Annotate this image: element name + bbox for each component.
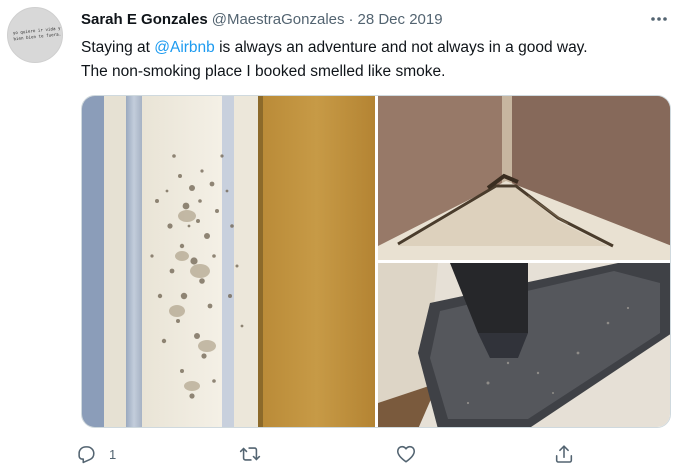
mention-link[interactable]: @Airbnb [154, 39, 215, 56]
tweet-text-line-2: The non-smoking place I booked smelled l… [81, 63, 446, 80]
reply-count: 1 [109, 446, 117, 462]
photo-door-frame[interactable] [82, 96, 375, 427]
tweet-actions: 1 [75, 440, 595, 468]
avatar-image-text: yo quiero ir vida y bien bien te fuera..… [12, 25, 63, 41]
reply-button[interactable]: 1 [75, 440, 116, 468]
more-options-button[interactable] [646, 8, 672, 30]
photo-wall-corner[interactable] [378, 96, 670, 260]
heart-icon [396, 445, 416, 463]
tweet-card: yo quiero ir vida y bien bien te fuera..… [0, 0, 680, 472]
author-handle[interactable]: @MaestraGonzales [212, 11, 345, 28]
tweet-header: Sarah E Gonzales @MaestraGonzales · 28 Dec … [81, 10, 443, 32]
reply-icon [78, 446, 95, 464]
text-segment: is always an adventure and not always in… [214, 39, 588, 56]
avatar[interactable]: yo quiero ir vida y bien bien te fuera..… [7, 7, 63, 63]
retweet-button[interactable] [238, 440, 262, 468]
media-grid [81, 95, 671, 428]
tweet-text: Staying at @Airbnb is always an adventur… [81, 36, 671, 84]
share-icon [555, 445, 573, 463]
header-separator: · [348, 11, 354, 28]
photo-lamp-base[interactable] [378, 263, 670, 427]
author-name[interactable]: Sarah E Gonzales [81, 11, 208, 28]
text-segment: Staying at [81, 39, 155, 56]
retweet-icon [239, 447, 261, 461]
more-horizontal-icon [651, 17, 667, 21]
tweet-date[interactable]: 28 Dec 2019 [358, 11, 443, 28]
tweet-text-line-1: Staying at @Airbnb is always an adventur… [81, 36, 671, 60]
like-button[interactable] [395, 440, 417, 468]
share-button[interactable] [553, 440, 575, 468]
